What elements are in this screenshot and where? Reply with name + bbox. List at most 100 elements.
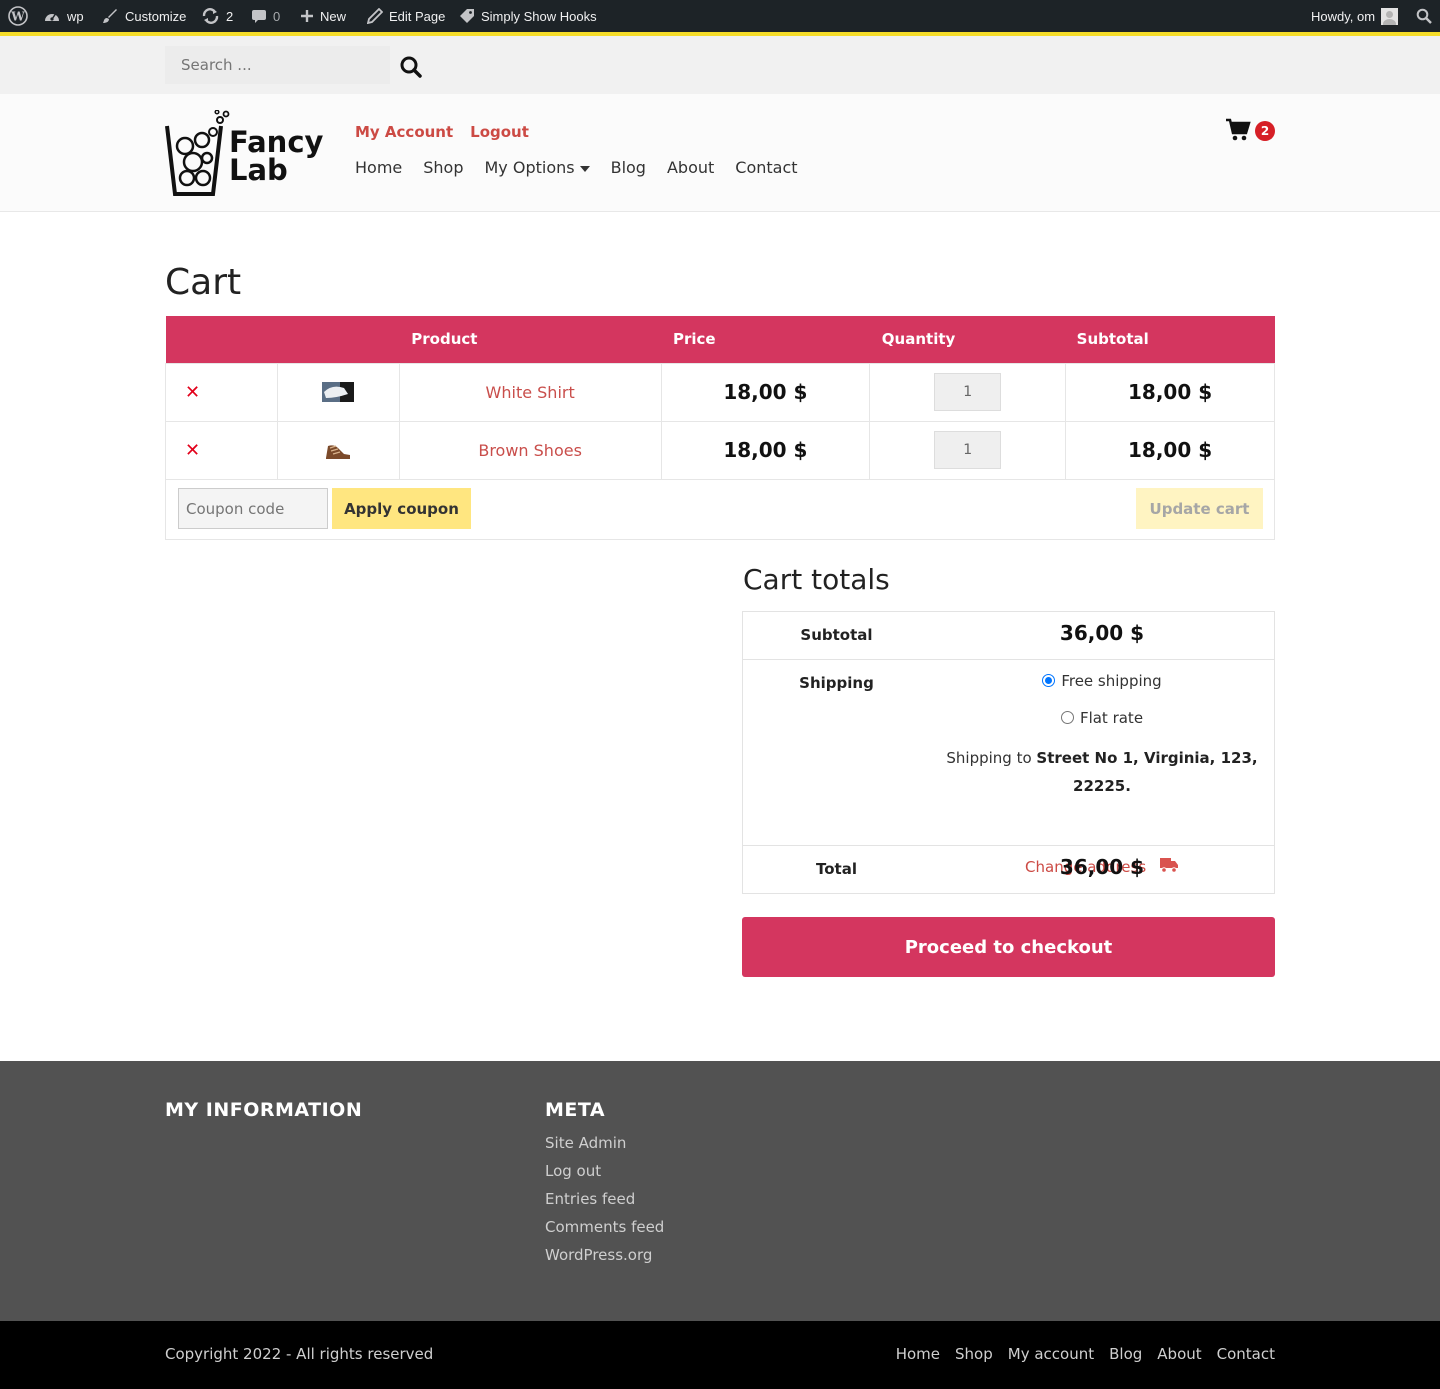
- list-item: Entries feed: [545, 1190, 664, 1218]
- col-remove: [165, 316, 278, 363]
- total-label: Total: [816, 860, 857, 878]
- update-cart-button[interactable]: Update cart: [1136, 488, 1263, 529]
- col-product: Product: [399, 316, 661, 363]
- log-out-link[interactable]: Log out: [545, 1162, 601, 1180]
- wordpress-org-link[interactable]: WordPress.org: [545, 1246, 652, 1264]
- footer-nav-about[interactable]: About: [1157, 1345, 1201, 1363]
- footer-nav: Home Shop My account Blog About Contact: [896, 1345, 1275, 1363]
- subtotal-cell: 18,00 $: [1065, 362, 1275, 422]
- remove-cell: ✕: [165, 420, 278, 480]
- cart-table-header: Product Price Quantity Subtotal: [165, 316, 1275, 363]
- site-admin-link[interactable]: Site Admin: [545, 1134, 626, 1152]
- coupon-code-input[interactable]: [178, 488, 328, 529]
- free-shipping-radio[interactable]: [1042, 674, 1056, 687]
- admin-comments-link[interactable]: 0: [251, 0, 280, 32]
- admin-site-link[interactable]: wp: [43, 0, 84, 32]
- product-link[interactable]: Brown Shoes: [478, 441, 582, 460]
- footer-nav-home[interactable]: Home: [896, 1345, 940, 1363]
- dashboard-icon: [45, 13, 59, 21]
- remove-item-icon[interactable]: ✕: [185, 440, 200, 461]
- total-row: Total 36,00 $: [743, 846, 1274, 894]
- nav-about[interactable]: About: [667, 158, 714, 177]
- price-cell: 18,00 $: [660, 362, 871, 422]
- shipping-option-flat[interactable]: Flat rate: [930, 709, 1274, 727]
- quantity-input[interactable]: [934, 431, 1002, 469]
- comment-icon: [252, 10, 266, 23]
- proceed-to-checkout-button[interactable]: Proceed to checkout: [742, 917, 1275, 977]
- footer-nav-shop[interactable]: Shop: [955, 1345, 993, 1363]
- admin-customize-link[interactable]: Customize: [101, 0, 186, 32]
- tag-icon: [460, 9, 474, 23]
- my-account-link[interactable]: My Account: [355, 123, 453, 141]
- search-icon[interactable]: [398, 54, 424, 80]
- remove-cell: ✕: [165, 362, 278, 422]
- admin-edit-page-link[interactable]: Edit Page: [367, 0, 445, 32]
- nav-my-options[interactable]: My Options: [485, 158, 590, 177]
- logout-link[interactable]: Logout: [470, 123, 529, 141]
- list-item: Log out: [545, 1162, 664, 1190]
- admin-updates-count: 2: [226, 8, 234, 24]
- footer-nav-my-account[interactable]: My account: [1008, 1345, 1094, 1363]
- plus-icon: [301, 10, 313, 22]
- col-thumbnail: [277, 316, 400, 363]
- subtotal-row: Subtotal 36,00 $: [743, 612, 1274, 660]
- site-footer: MY INFORMATION META Site Admin Log out E…: [0, 1061, 1440, 1321]
- item-subtotal: 18,00 $: [1128, 438, 1213, 462]
- subtotal-value: 36,00 $: [1059, 621, 1145, 645]
- admin-account-menu[interactable]: Howdy, om: [1311, 0, 1399, 32]
- list-item: WordPress.org: [545, 1246, 664, 1274]
- admin-hooks-link[interactable]: Simply Show Hooks: [459, 0, 597, 32]
- quantity-input[interactable]: [934, 373, 1002, 411]
- admin-edit-page-label: Edit Page: [389, 8, 446, 24]
- admin-search-icon[interactable]: [1416, 0, 1432, 32]
- pencil-icon: [367, 8, 383, 24]
- search-strip: [0, 36, 1440, 94]
- nav-home[interactable]: Home: [355, 158, 402, 177]
- admin-bar: W wp Customize 2 0 New Edit Page Simply …: [0, 0, 1440, 32]
- admin-comments-count: 0: [273, 8, 281, 24]
- meta-links: Site Admin Log out Entries feed Comments…: [545, 1134, 664, 1274]
- admin-customize-label: Customize: [125, 8, 187, 24]
- footer-nav-blog[interactable]: Blog: [1109, 1345, 1142, 1363]
- price-cell: 18,00 $: [660, 420, 871, 480]
- thumbnail-cell: [276, 420, 400, 480]
- apply-coupon-button[interactable]: Apply coupon: [332, 488, 471, 529]
- site-header: Fancy Lab My Account Logout Home Shop My…: [0, 94, 1440, 212]
- nav-blog[interactable]: Blog: [611, 158, 646, 177]
- flat-rate-label: Flat rate: [1079, 709, 1144, 727]
- wordpress-logo-icon[interactable]: W: [8, 0, 28, 32]
- shopping-cart-icon[interactable]: [1225, 118, 1251, 142]
- cart-actions: Apply coupon Update cart: [165, 479, 1275, 540]
- quantity-cell: [869, 362, 1067, 422]
- product-thumbnail[interactable]: [322, 382, 355, 403]
- admin-new-link[interactable]: New: [300, 0, 346, 32]
- nav-contact[interactable]: Contact: [735, 158, 797, 177]
- entries-feed-link[interactable]: Entries feed: [545, 1190, 635, 1208]
- shipping-option-free[interactable]: Free shipping: [930, 672, 1274, 690]
- paintbrush-icon: [103, 9, 117, 23]
- search-input[interactable]: [165, 46, 390, 84]
- product-name-cell: Brown Shoes: [398, 420, 662, 480]
- subtotal-label: Subtotal: [800, 626, 873, 644]
- item-price: 18,00 $: [723, 438, 808, 462]
- free-shipping-label: Free shipping: [1061, 672, 1162, 690]
- nav-shop[interactable]: Shop: [423, 158, 463, 177]
- table-row: ✕ Brown Shoes 18,00 $ 18,00 $: [165, 420, 1275, 480]
- product-thumbnail[interactable]: [322, 440, 355, 461]
- footer-nav-contact[interactable]: Contact: [1217, 1345, 1275, 1363]
- updates-icon: [202, 8, 219, 24]
- col-subtotal: Subtotal: [1065, 316, 1275, 363]
- flat-rate-radio[interactable]: [1060, 711, 1074, 724]
- product-link[interactable]: White Shirt: [486, 383, 575, 402]
- svg-text:W: W: [10, 10, 25, 24]
- site-logo[interactable]: Fancy Lab: [165, 109, 327, 198]
- admin-updates-link[interactable]: 2: [201, 0, 233, 32]
- logo-text-lab: Lab: [229, 153, 288, 187]
- caret-down-icon: [579, 165, 590, 172]
- account-links: My Account Logout: [355, 123, 529, 141]
- list-item: Comments feed: [545, 1218, 664, 1246]
- comments-feed-link[interactable]: Comments feed: [545, 1218, 664, 1236]
- subtotal-cell: 18,00 $: [1065, 420, 1275, 480]
- remove-item-icon[interactable]: ✕: [185, 382, 200, 403]
- table-row: ✕ White Shirt 18,00 $ 18,00 $: [165, 362, 1275, 422]
